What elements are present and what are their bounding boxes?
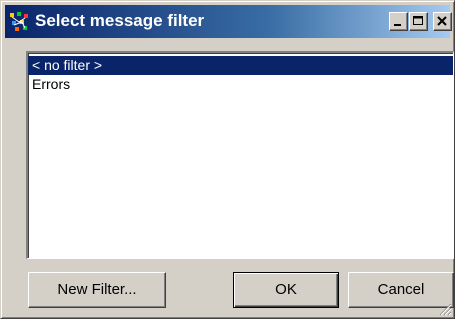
close-button[interactable] xyxy=(433,12,452,31)
maximize-button[interactable] xyxy=(409,12,428,31)
maximize-icon xyxy=(413,16,423,25)
window-title: Select message filter xyxy=(35,11,205,30)
ok-button[interactable]: OK xyxy=(233,272,339,308)
app-icon xyxy=(9,11,31,33)
list-item-errors[interactable]: Errors xyxy=(28,75,453,94)
close-icon xyxy=(437,16,447,26)
resize-grip-icon[interactable] xyxy=(438,302,452,316)
minimize-button[interactable] xyxy=(389,12,408,31)
dialog-window: Select message filter < no filter > Erro… xyxy=(0,0,455,319)
list-item-no-filter[interactable]: < no filter > xyxy=(28,56,453,75)
title-bar[interactable]: Select message filter xyxy=(5,5,452,38)
minimize-icon xyxy=(394,24,401,26)
filter-listbox[interactable]: < no filter > Errors xyxy=(26,51,454,259)
new-filter-button[interactable]: New Filter... xyxy=(28,272,166,308)
